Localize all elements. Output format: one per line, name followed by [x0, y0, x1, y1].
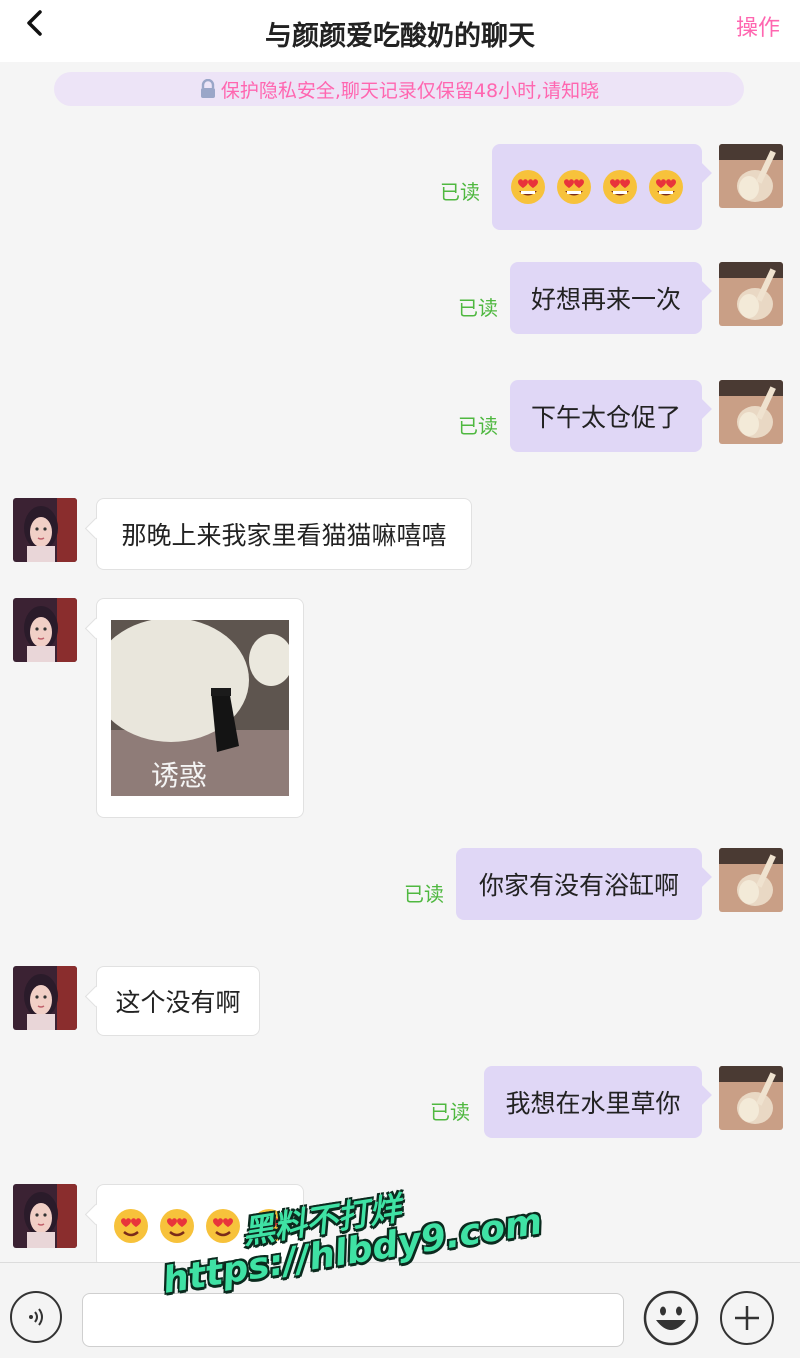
input-bar — [0, 1262, 800, 1358]
image-caption: 诱惑 — [151, 759, 208, 792]
contact-avatar[interactable] — [13, 598, 77, 662]
message-row — [0, 1184, 800, 1262]
message-row: 这个没有啊 — [0, 964, 800, 1040]
voice-button[interactable] — [10, 1291, 62, 1343]
message-bubble[interactable]: 好想再来一次 — [510, 262, 702, 334]
message-text: 你家有没有浴缸啊 — [478, 871, 679, 900]
message-bubble[interactable] — [492, 144, 702, 230]
heart-eyes-emoji-icon — [649, 170, 683, 204]
message-row: 已读 好想再来一次 — [0, 258, 800, 338]
message-list[interactable]: 与颜颜爱吃酸奶的聊天 操作 保护隐私安全,聊天记录仅保留48小时,请知晓 已读 — [0, 0, 800, 1262]
smiley-icon — [643, 1290, 699, 1346]
heart-eyes-emoji-icon — [160, 1209, 194, 1243]
message-bubble[interactable]: 这个没有啊 — [96, 966, 260, 1036]
message-text: 那晚上来我家里看猫猫嘛嘻嘻 — [121, 521, 447, 550]
read-status: 已读 — [458, 414, 498, 438]
my-avatar[interactable] — [719, 144, 783, 208]
message-row: 那晚上来我家里看猫猫嘛嘻嘻 — [0, 496, 800, 576]
message-input[interactable] — [82, 1293, 624, 1347]
privacy-notice: 保护隐私安全,聊天记录仅保留48小时,请知晓 — [54, 72, 744, 106]
my-avatar[interactable] — [719, 380, 783, 444]
message-text: 我想在水里草你 — [505, 1089, 681, 1118]
read-status: 已读 — [404, 882, 444, 906]
lock-icon — [200, 79, 215, 98]
my-avatar[interactable] — [719, 848, 783, 912]
message-row: 诱惑 — [0, 598, 800, 820]
message-row: 已读 — [0, 140, 800, 236]
read-status: 已读 — [430, 1100, 470, 1124]
heart-eyes-emoji-icon — [603, 170, 637, 204]
read-status: 已读 — [458, 296, 498, 320]
voice-icon — [29, 1308, 43, 1326]
heart-eyes-emoji-icon — [252, 1209, 286, 1243]
heart-eyes-emoji-icon — [206, 1209, 240, 1243]
message-bubble[interactable]: 你家有没有浴缸啊 — [456, 848, 702, 920]
message-row: 已读 你家有没有浴缸啊 — [0, 844, 800, 924]
emoji-group — [510, 169, 684, 205]
contact-avatar[interactable] — [13, 1184, 77, 1248]
heart-eyes-emoji-icon — [557, 170, 591, 204]
add-button[interactable] — [720, 1291, 774, 1345]
emoji-group — [113, 1208, 287, 1244]
chat-screen: 与颜颜爱吃酸奶的聊天 操作 保护隐私安全,聊天记录仅保留48小时,请知晓 已读 — [0, 0, 800, 1358]
message-text: 这个没有啊 — [115, 988, 241, 1017]
message-bubble[interactable]: 下午太仓促了 — [510, 380, 702, 452]
heart-eyes-emoji-icon — [511, 170, 545, 204]
message-text: 好想再来一次 — [530, 285, 681, 314]
emoji-button[interactable] — [642, 1289, 700, 1347]
read-status: 已读 — [440, 180, 480, 204]
my-avatar[interactable] — [719, 1066, 783, 1130]
message-bubble[interactable]: 那晚上来我家里看猫猫嘛嘻嘻 — [96, 498, 472, 570]
header: 与颜颜爱吃酸奶的聊天 操作 — [0, 0, 800, 62]
message-row: 已读 我想在水里草你 — [0, 1062, 800, 1142]
message-row: 已读 下午太仓促了 — [0, 376, 800, 456]
contact-avatar[interactable] — [13, 966, 77, 1030]
my-avatar[interactable] — [719, 262, 783, 326]
plus-icon — [735, 1306, 759, 1330]
chat-title: 与颜颜爱吃酸奶的聊天 — [265, 21, 535, 52]
actions-button[interactable]: 操作 — [736, 10, 780, 42]
message-bubble[interactable] — [96, 1184, 304, 1262]
heart-eyes-emoji-icon — [114, 1209, 148, 1243]
contact-avatar[interactable] — [13, 498, 77, 562]
message-bubble[interactable]: 我想在水里草你 — [484, 1066, 702, 1138]
message-image[interactable]: 诱惑 — [111, 620, 289, 796]
privacy-notice-text: 保护隐私安全,聊天记录仅保留48小时,请知晓 — [220, 79, 600, 102]
image-message-bubble[interactable]: 诱惑 — [96, 598, 304, 818]
message-text: 下午太仓促了 — [530, 403, 681, 432]
